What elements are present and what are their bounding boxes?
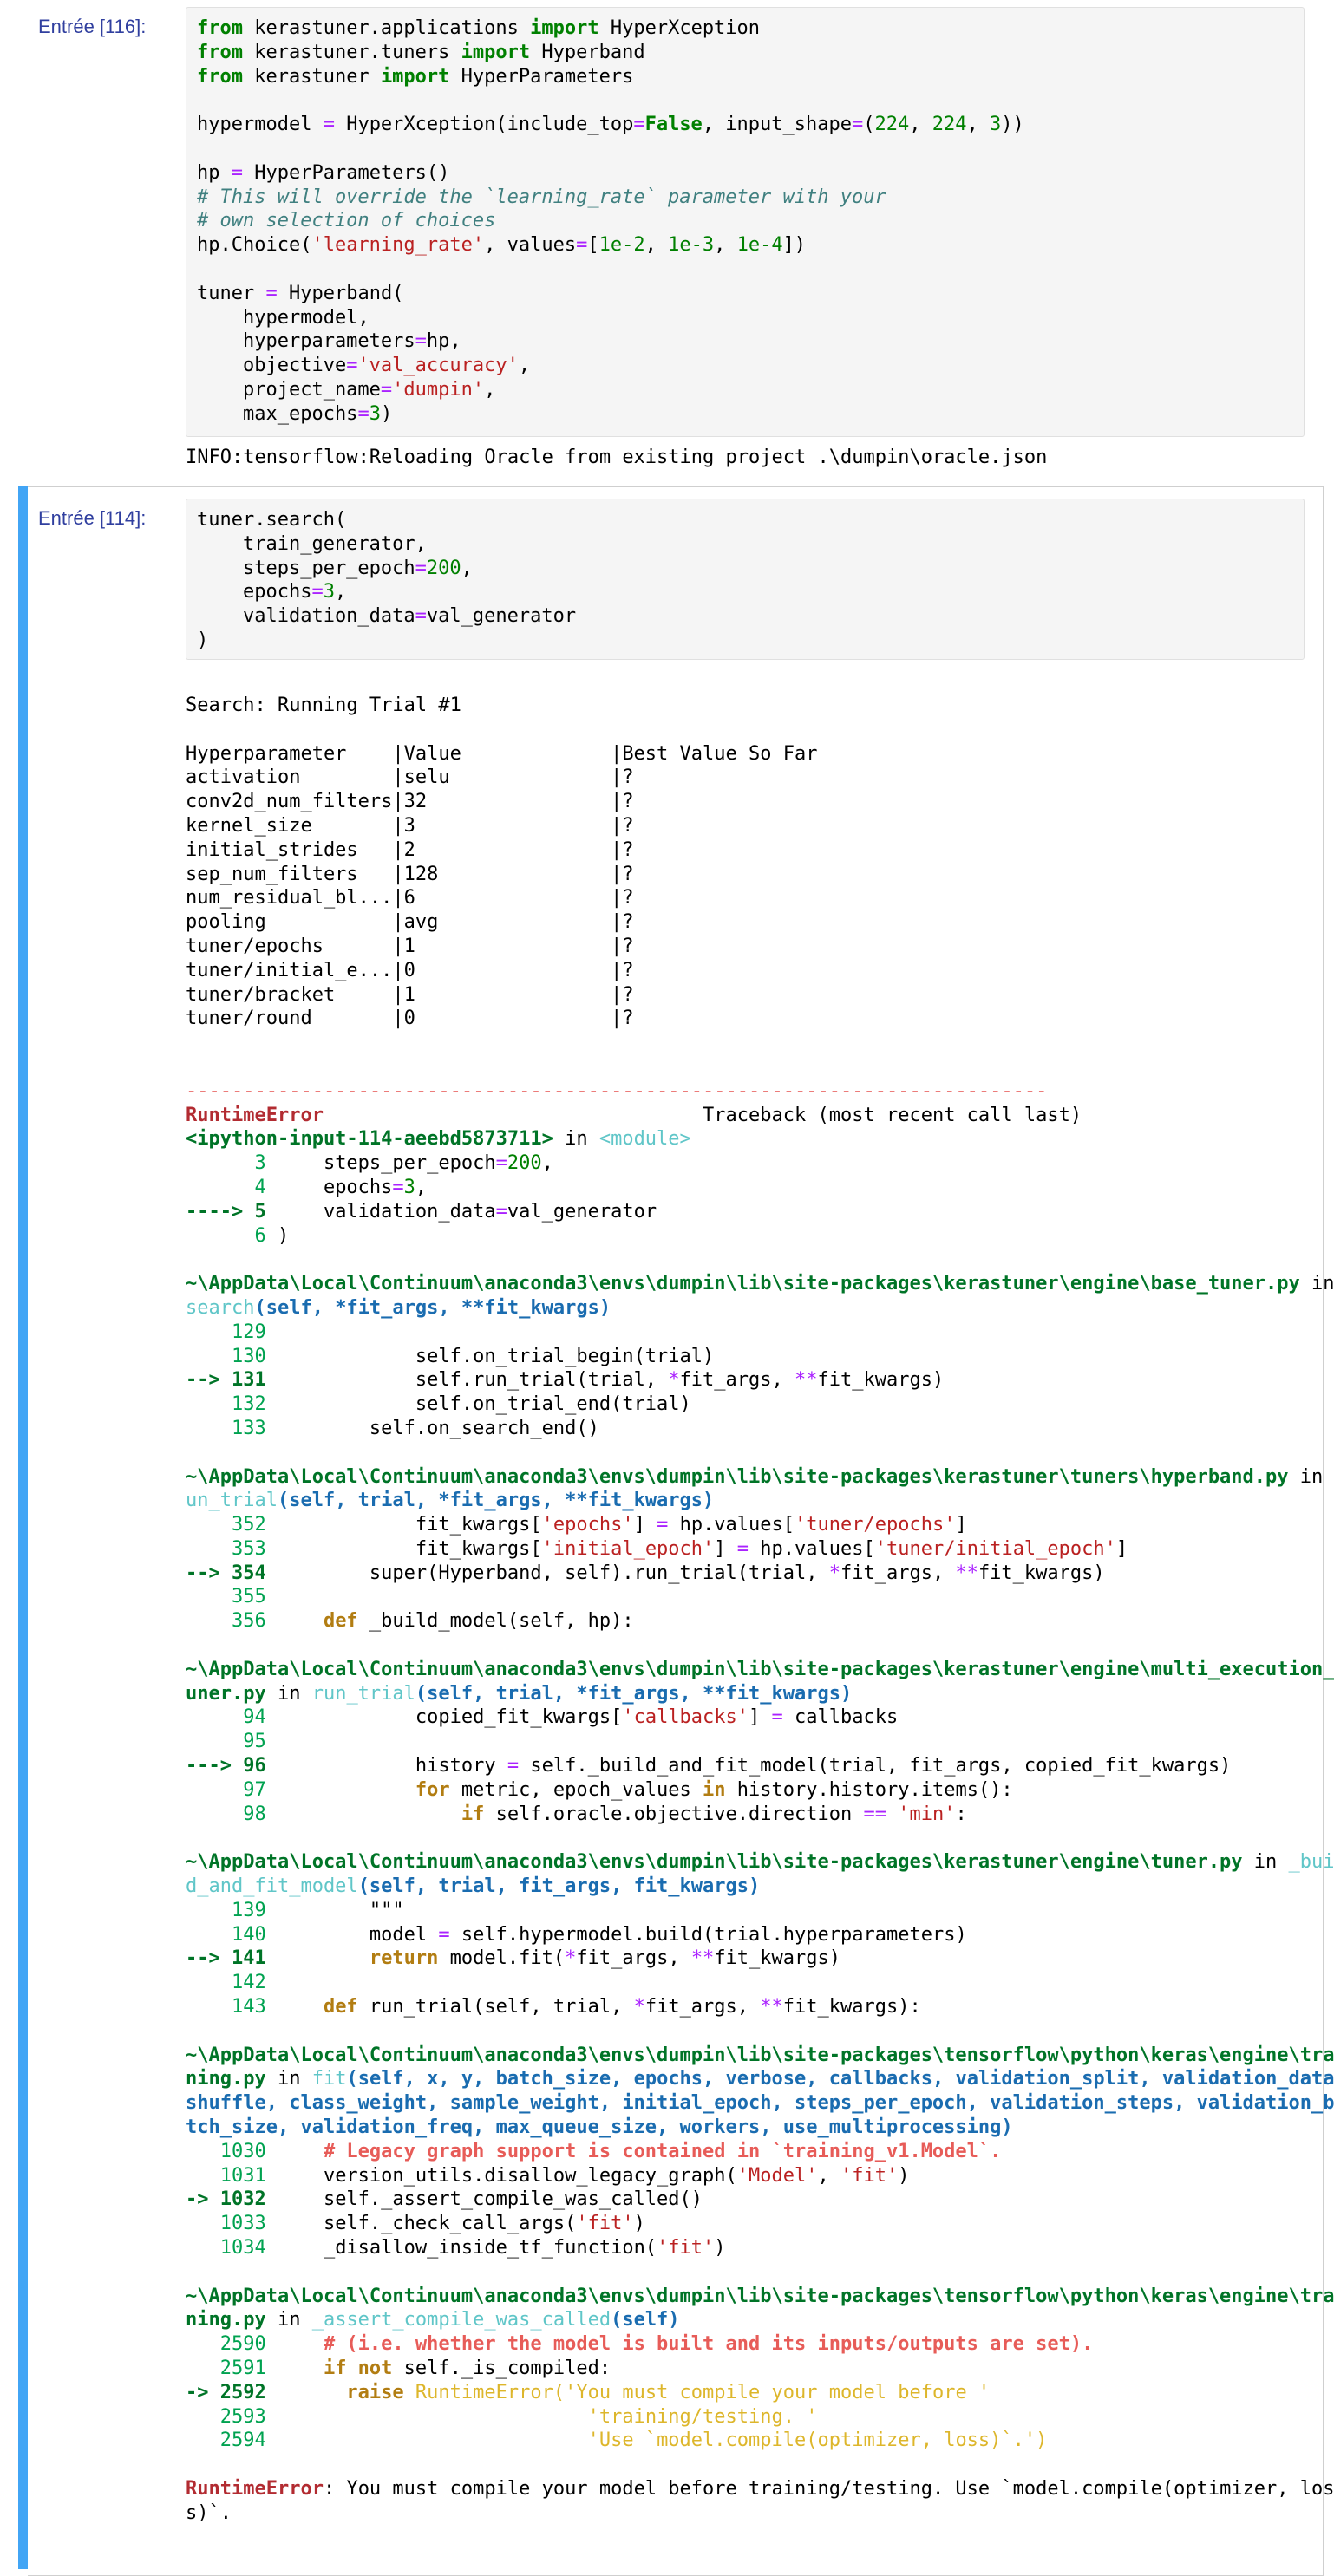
traceback-file: ~\AppData\Local\Continuum\anaconda3\envs… <box>186 1658 1334 1680</box>
selected-cell-indicator <box>18 486 28 2569</box>
table-row: sep_num_filters |128 |? <box>186 863 634 885</box>
search-header: Search: Running Trial #1 <box>186 695 461 716</box>
code-input-area[interactable]: tuner.search( train_generator, steps_per… <box>186 499 1305 660</box>
traceback-file: ~\AppData\Local\Continuum\anaconda3\envs… <box>186 2044 1334 2066</box>
code-editor[interactable]: tuner.search( train_generator, steps_per… <box>197 508 1293 653</box>
table-row: num_residual_bl...|6 |? <box>186 887 634 910</box>
code-editor[interactable]: from kerastuner.applications import Hype… <box>197 16 1293 427</box>
code-input-area[interactable]: from kerastuner.applications import Hype… <box>186 7 1305 437</box>
table-row: tuner/round |0 |? <box>186 1008 634 1030</box>
table-row: pooling |avg |? <box>186 911 634 934</box>
table-row: tuner/epochs |1 |? <box>186 935 634 957</box>
search-output: Search: Running Trial #1 Hyperparameter … <box>186 694 1334 2526</box>
hyperparameter-table-header: Hyperparameter |Value |Best Value So Far <box>186 742 818 765</box>
traceback-file: ~\AppData\Local\Continuum\anaconda3\envs… <box>186 1851 1243 1874</box>
cell-output-area: Search: Running Trial #1 Hyperparameter … <box>186 694 1334 2526</box>
traceback-divider: ----------------------------------------… <box>186 1079 1048 1102</box>
traceback-file: ~\AppData\Local\Continuum\anaconda3\envs… <box>186 1273 1300 1295</box>
table-row: activation |selu |? <box>186 766 634 789</box>
error-name: RuntimeError <box>186 2477 324 2500</box>
table-row: tuner/initial_e...|0 |? <box>186 959 634 981</box>
table-row: kernel_size |3 |? <box>186 814 634 837</box>
code-cell-116[interactable]: Entrée [116]: from kerastuner.applicatio… <box>0 0 1334 486</box>
table-row: initial_strides |2 |? <box>186 838 634 861</box>
input-prompt: Entrée [114]: <box>38 507 147 529</box>
input-prompt: Entrée [116]: <box>38 16 147 37</box>
table-row: conv2d_num_filters|32 |? <box>186 791 634 813</box>
traceback-file: ~\AppData\Local\Continuum\anaconda3\envs… <box>186 1465 1289 1488</box>
traceback-file: <ipython-input-114-aeebd5873711> <box>186 1128 553 1151</box>
table-row: tuner/bracket |1 |? <box>186 983 634 1006</box>
traceback-file: ~\AppData\Local\Continuum\anaconda3\envs… <box>186 2285 1334 2307</box>
cell-output-info: INFO:tensorflow:Reloading Oracle from ex… <box>186 447 1048 468</box>
error-message: : You must compile your model before tra… <box>323 2477 1334 2500</box>
